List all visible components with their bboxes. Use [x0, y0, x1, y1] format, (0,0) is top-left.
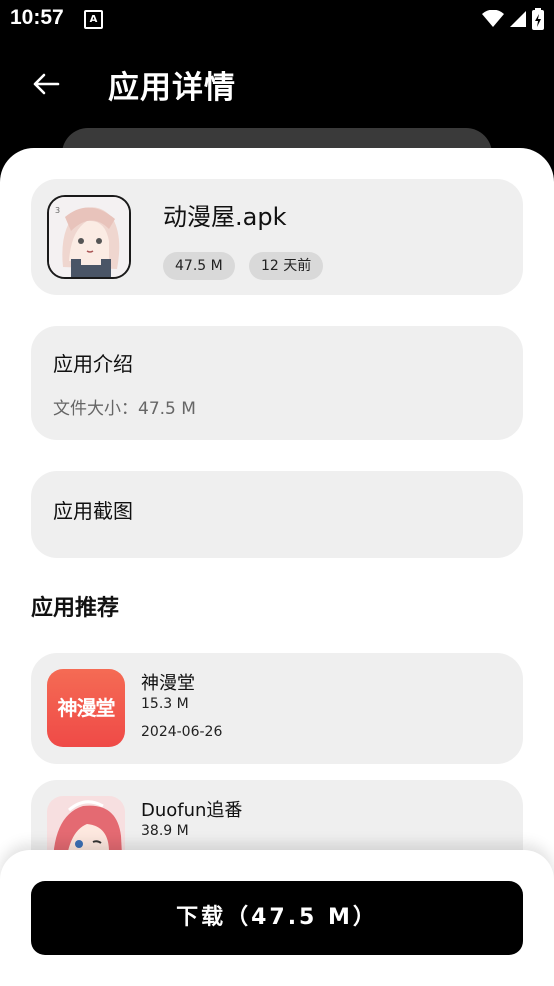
recommend-app-icon: 神漫堂: [47, 669, 125, 747]
screenshots-card: 应用截图: [31, 471, 523, 558]
anime-avatar-icon: 3: [49, 197, 129, 277]
app-bar: 应用详情: [0, 38, 554, 128]
wifi-icon: [482, 10, 504, 27]
recommend-app-name: 神漫堂: [141, 673, 195, 694]
battery-icon: [532, 8, 544, 30]
page-title: 应用详情: [108, 70, 236, 106]
arrow-left-icon: [33, 73, 60, 95]
signal-icon: [510, 11, 526, 27]
detail-sheet: 3 动漫屋.apk 47.5 M 12 天前 应用介绍 文件大小：47.5 M …: [0, 148, 554, 986]
download-panel: 下载（47.5 M）: [0, 850, 554, 986]
screenshots-heading: 应用截图: [53, 499, 133, 523]
recommend-heading: 应用推荐: [31, 596, 120, 621]
updated-badge: 12 天前: [249, 252, 324, 280]
download-button[interactable]: 下载（47.5 M）: [31, 881, 523, 955]
back-button[interactable]: [26, 64, 66, 104]
recommend-app-size: 38.9 M: [141, 823, 189, 839]
size-badge: 47.5 M: [163, 252, 235, 280]
file-size-text: 文件大小：47.5 M: [53, 399, 196, 419]
app-name: 动漫屋.apk: [163, 203, 287, 231]
notification-icon: A: [84, 10, 103, 29]
recommend-app-date: 2024-06-26: [141, 724, 223, 740]
intro-heading: 应用介绍: [53, 352, 133, 376]
intro-card: 应用介绍 文件大小：47.5 M: [31, 326, 523, 440]
svg-text:3: 3: [55, 206, 60, 215]
recommend-item[interactable]: 神漫堂 神漫堂 15.3 M 2024-06-26: [31, 653, 523, 764]
recommend-app-size: 15.3 M: [141, 696, 189, 712]
app-header-card: 3 动漫屋.apk 47.5 M 12 天前: [31, 179, 523, 295]
app-icon: 3: [47, 195, 131, 279]
recommend-app-name: Duofun追番: [141, 800, 243, 821]
clock: 10:57: [10, 6, 64, 29]
system-icons: [482, 8, 544, 30]
status-bar: 10:57 A: [0, 0, 554, 38]
recommend-app-icon-text: 神漫堂: [57, 696, 116, 720]
